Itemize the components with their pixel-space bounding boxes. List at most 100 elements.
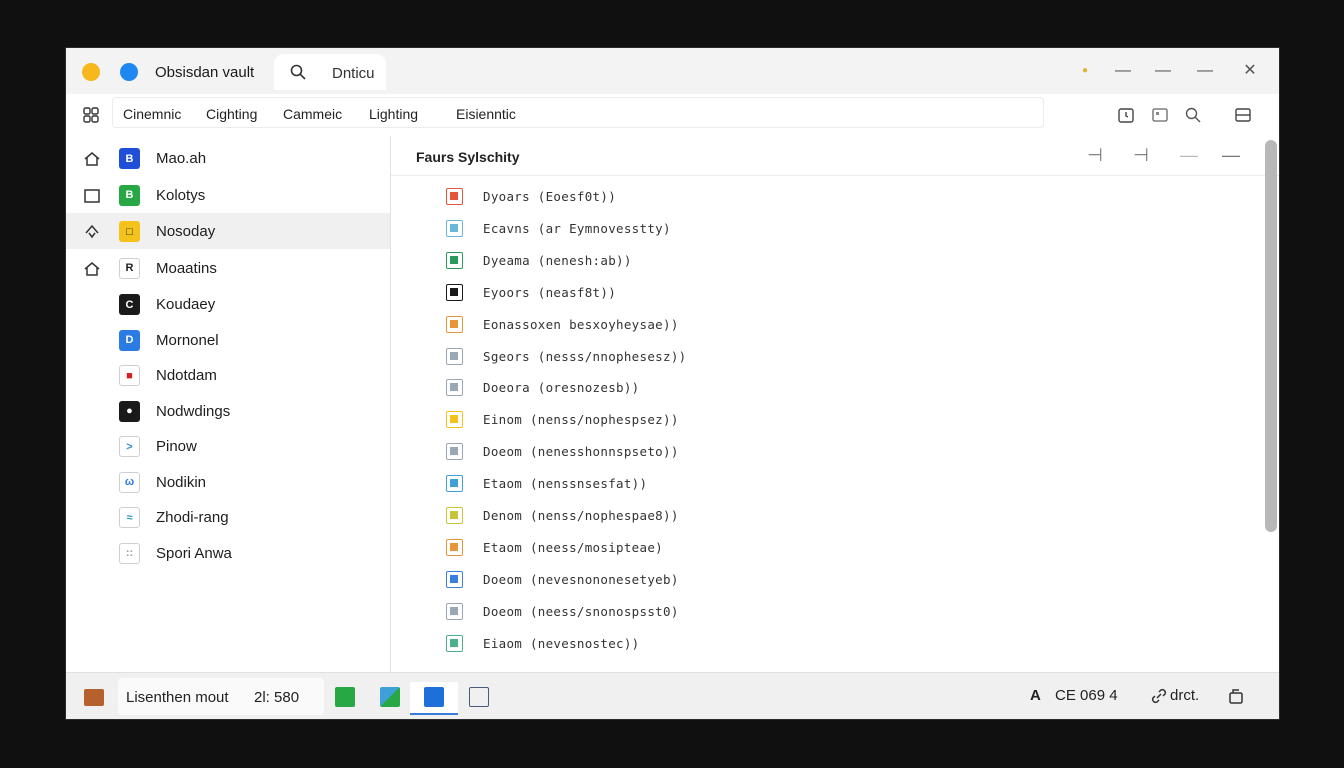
file-row[interactable]: Doeom (neess/snonospsst0) bbox=[391, 595, 1261, 627]
sidebar-item[interactable]: D Mornonel bbox=[66, 322, 390, 358]
file-row[interactable]: Eyoors (neasf8t)) bbox=[391, 276, 1261, 308]
file-row[interactable]: Denom (nenss/nophespae8)) bbox=[391, 499, 1261, 531]
file-row[interactable]: Einom (nenss/nophespsez)) bbox=[391, 403, 1261, 435]
menu-item-3[interactable]: Cammeic bbox=[283, 106, 342, 122]
file-type-icon bbox=[446, 219, 463, 237]
item-badge-icon: ■ bbox=[119, 365, 140, 386]
app-window-icon bbox=[469, 687, 489, 707]
sidebar-item-label: Nodwdings bbox=[156, 402, 231, 420]
window-dot-blue[interactable] bbox=[120, 63, 138, 81]
sidebar-item[interactable]: B Mao.ah bbox=[66, 140, 390, 176]
taskbar-app-photos[interactable] bbox=[366, 682, 414, 715]
file-type-icon bbox=[446, 347, 463, 365]
file-type-icon bbox=[446, 443, 463, 461]
sidebar-item[interactable]: :: Spori Anwa bbox=[66, 535, 390, 571]
pin-icon[interactable]: ⊣ bbox=[1085, 145, 1105, 165]
tray-font-icon[interactable]: A bbox=[1030, 687, 1041, 704]
sidebar-item-label: Koudaey bbox=[156, 296, 216, 313]
bag-icon[interactable] bbox=[1227, 687, 1245, 705]
sidebar-item[interactable]: ω Nodikin bbox=[66, 464, 390, 500]
link-icon[interactable] bbox=[1150, 687, 1168, 705]
file-panel: Faurs Sylschity ⊣ ⊣ — — Dyoars (Eoesf0t)… bbox=[390, 136, 1279, 672]
sidebar-item[interactable]: ● Nodwdings bbox=[66, 393, 390, 429]
sidebar-item-label: Mornonel bbox=[156, 331, 219, 349]
file-row[interactable]: Etaom (neess/mosipteae) bbox=[391, 531, 1261, 563]
sidebar-item[interactable]: ≈ Zhodi-rang bbox=[66, 499, 390, 535]
sidebar-item-label: Ndotdam bbox=[156, 367, 217, 384]
menu-item-1[interactable]: Cinemnic bbox=[123, 106, 181, 122]
item-badge-icon: B bbox=[119, 148, 140, 169]
scrollbar[interactable] bbox=[1265, 140, 1277, 532]
item-badge-icon: □ bbox=[119, 221, 140, 242]
sidebar-item[interactable]: B Kolotys bbox=[66, 177, 390, 213]
file-row[interactable]: Doeora (oresnozesb)) bbox=[391, 371, 1261, 403]
item-badge-icon: ● bbox=[119, 400, 140, 422]
menu-bar: Cinemnic Cighting Cammeic Lighting Eisie… bbox=[66, 94, 1279, 136]
item-badge-icon: D bbox=[119, 329, 140, 351]
file-name: Denom (nenss/nophespae8)) bbox=[483, 508, 679, 523]
file-row[interactable]: Dyeama (nenesh:ab)) bbox=[391, 244, 1261, 276]
grid-icon[interactable] bbox=[82, 106, 100, 124]
menu-item-4[interactable]: Lighting bbox=[369, 106, 418, 122]
file-row[interactable]: Etaom (nenssnsesfat)) bbox=[391, 467, 1261, 499]
file-type-icon bbox=[446, 379, 463, 397]
file-name: Dyoars (Eoesf0t)) bbox=[483, 189, 617, 204]
sidebar-item[interactable]: R Moaatins bbox=[66, 250, 390, 286]
sidebar-item[interactable]: C Koudaey bbox=[66, 286, 390, 322]
home-icon bbox=[83, 150, 101, 168]
sidebar: B Mao.ah B Kolotys □ Nosoday R Moaatins C Koudaey… bbox=[66, 136, 390, 672]
app-icon[interactable] bbox=[84, 689, 104, 706]
search-icon[interactable] bbox=[290, 64, 306, 80]
tray-code[interactable]: CE 069 4 bbox=[1055, 687, 1118, 704]
menu-item-2[interactable]: Cighting bbox=[206, 106, 257, 122]
window-dot-orange[interactable] bbox=[82, 63, 100, 81]
taskbar-app-green[interactable] bbox=[321, 682, 369, 715]
collapse-icon[interactable]: — bbox=[1179, 145, 1199, 165]
file-row[interactable]: Doeom (nenesshonnspseto)) bbox=[391, 435, 1261, 467]
taskbar-app-window[interactable] bbox=[455, 682, 503, 715]
file-row[interactable]: Eiaom (nevesnostec)) bbox=[391, 627, 1261, 659]
item-badge-icon: B bbox=[119, 184, 140, 206]
clock-doc-icon[interactable] bbox=[1117, 106, 1135, 124]
file-row[interactable]: Dyoars (Eoesf0t)) bbox=[391, 180, 1261, 212]
tab-active[interactable]: Dnticu bbox=[274, 54, 386, 90]
minimize-panel-icon[interactable]: — bbox=[1221, 145, 1241, 165]
panel-icon[interactable] bbox=[1234, 106, 1252, 124]
file-name: Etaom (neess/mosipteae) bbox=[483, 539, 663, 555]
status-dot-icon: ● bbox=[1081, 65, 1089, 76]
file-name: Doeora (oresnozesb)) bbox=[483, 380, 640, 396]
file-row[interactable]: Eonassoxen besxoyheysae)) bbox=[391, 308, 1261, 340]
square-icon bbox=[83, 187, 101, 205]
sidebar-item[interactable]: □ Nosoday bbox=[66, 213, 390, 249]
close-icon[interactable]: ✕ bbox=[1240, 62, 1260, 80]
file-type-icon bbox=[446, 538, 463, 556]
split-icon[interactable]: ⊣ bbox=[1131, 145, 1151, 165]
status-bar: Lisenthen mout 2l: 580 A CE 069 4 drct. bbox=[66, 672, 1279, 719]
sidebar-item[interactable]: ■ Ndotdam bbox=[66, 357, 390, 393]
item-badge-icon: C bbox=[119, 294, 140, 315]
file-row[interactable]: Sgeors (nesss/nnophesesz)) bbox=[391, 340, 1261, 372]
file-name: Etaom (nenssnsesfat)) bbox=[483, 476, 648, 492]
file-type-icon bbox=[446, 251, 463, 269]
file-name: Ecavns (ar Eymnovesstty) bbox=[483, 220, 671, 236]
minimize-icon[interactable]: — bbox=[1113, 62, 1133, 80]
panel-header: Faurs Sylschity ⊣ ⊣ — — bbox=[391, 136, 1279, 176]
tab-label: Dnticu bbox=[332, 65, 375, 82]
menu-item-5[interactable]: Eisienntic bbox=[456, 106, 516, 122]
restore-icon[interactable]: — bbox=[1153, 62, 1173, 80]
maximize-icon[interactable]: — bbox=[1195, 62, 1215, 80]
status-input-text: Lisenthen mout bbox=[126, 689, 229, 706]
file-name: Sgeors (nesss/nnophesesz)) bbox=[483, 348, 687, 364]
status-input[interactable]: Lisenthen mout 2l: 580 bbox=[118, 678, 324, 715]
taskbar-app-active[interactable] bbox=[410, 682, 458, 715]
file-type-icon bbox=[446, 411, 463, 429]
file-row[interactable]: Ecavns (ar Eymnovesstty) bbox=[391, 212, 1261, 244]
window-icon[interactable] bbox=[1151, 106, 1169, 124]
sidebar-item-label: Spori Anwa bbox=[156, 544, 232, 562]
file-name: Einom (nenss/nophespsez)) bbox=[483, 412, 679, 428]
tray-label[interactable]: drct. bbox=[1170, 687, 1199, 704]
search-icon[interactable] bbox=[1184, 106, 1202, 124]
file-row[interactable]: Doeom (nevesnononesetyeb) bbox=[391, 563, 1261, 595]
file-name: Dyeama (nenesh:ab)) bbox=[483, 252, 632, 268]
sidebar-item[interactable]: > Pinow bbox=[66, 428, 390, 464]
